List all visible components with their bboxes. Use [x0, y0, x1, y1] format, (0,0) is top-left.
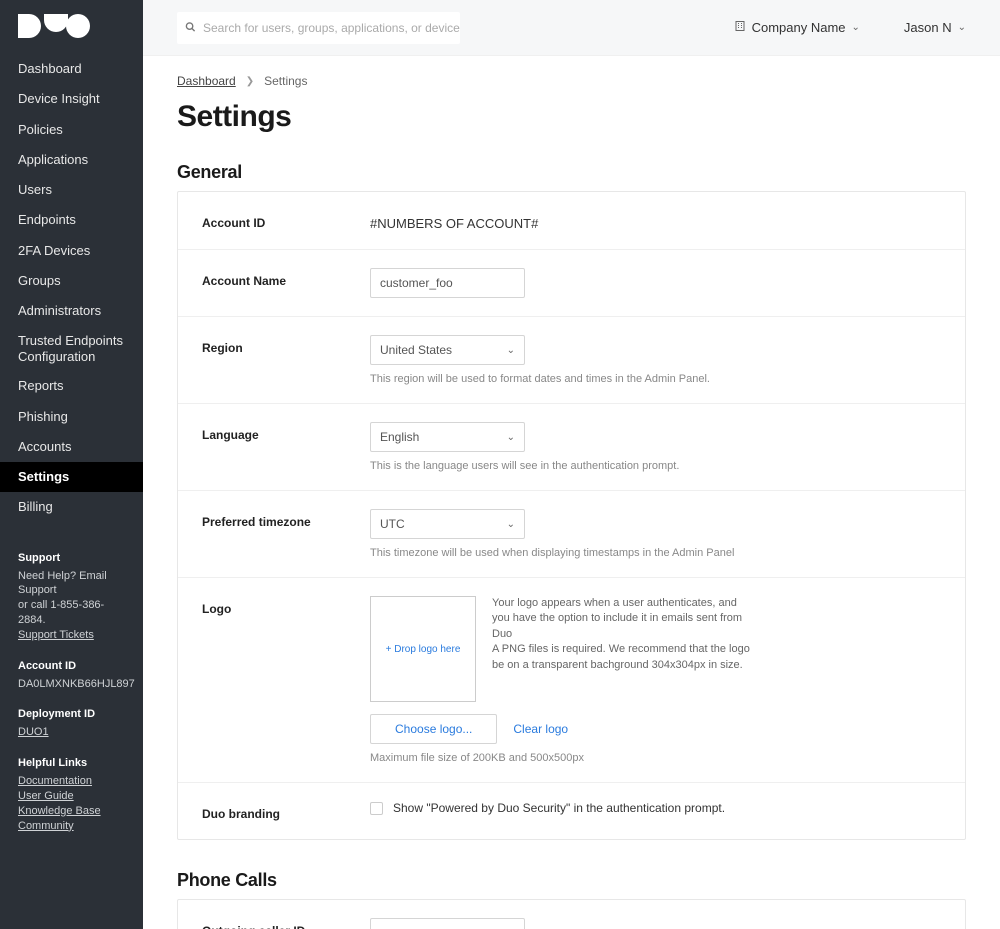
select-language[interactable]: English ⌄ — [370, 422, 525, 452]
clear-logo-link[interactable]: Clear logo — [513, 722, 568, 736]
sidebar-item-administrators[interactable]: Administrators — [0, 296, 143, 326]
sidebar-nav: Dashboard Device Insight Policies Applic… — [0, 54, 143, 523]
chevron-down-icon: ⌄ — [507, 432, 515, 443]
main: Company Name ⌄ Jason N ⌄ Dashboard ❯ Set… — [143, 0, 1000, 929]
row-timezone: Preferred timezone UTC ⌄ This timezone w… — [178, 491, 965, 578]
select-timezone-value: UTC — [380, 517, 405, 531]
account-id-value: DA0LMXNKB66HJL897 — [18, 677, 125, 692]
sidebar: Dashboard Device Insight Policies Applic… — [0, 0, 143, 929]
deployment-id-header: Deployment ID — [18, 707, 125, 722]
sidebar-support: Support Need Help? Email Support or call… — [0, 551, 143, 834]
row-account-id: Account ID #NUMBERS OF ACCOUNT# — [178, 192, 965, 250]
row-language: Language English ⌄ This is the language … — [178, 404, 965, 491]
label-region: Region — [202, 335, 370, 385]
section-title-phone: Phone Calls — [177, 870, 966, 891]
sidebar-item-reports[interactable]: Reports — [0, 371, 143, 401]
value-account-id: #NUMBERS OF ACCOUNT# — [370, 210, 941, 231]
support-header: Support — [18, 551, 125, 566]
user-menu[interactable]: Jason N ⌄ — [904, 20, 966, 35]
hint-language: This is the language users will see in t… — [370, 460, 941, 472]
chevron-down-icon: ⌄ — [852, 22, 860, 33]
sidebar-item-device-insight[interactable]: Device Insight — [0, 84, 143, 114]
select-region-value: United States — [380, 343, 452, 357]
support-tickets-link[interactable]: Support Tickets — [18, 628, 125, 643]
branding-checkbox-label: Show "Powered by Duo Security" in the au… — [393, 801, 725, 815]
breadcrumb-current: Settings — [264, 74, 307, 88]
duo-logo — [0, 0, 143, 48]
row-account-name: Account Name — [178, 250, 965, 317]
sidebar-item-accounts[interactable]: Accounts — [0, 432, 143, 462]
sidebar-item-2fa-devices[interactable]: 2FA Devices — [0, 236, 143, 266]
building-icon — [734, 20, 746, 35]
label-language: Language — [202, 422, 370, 472]
sidebar-item-users[interactable]: Users — [0, 175, 143, 205]
helpful-links-header: Helpful Links — [18, 756, 125, 771]
sidebar-item-groups[interactable]: Groups — [0, 266, 143, 296]
chevron-down-icon: ⌄ — [507, 345, 515, 356]
row-branding: Duo branding Show "Powered by Duo Securi… — [178, 783, 965, 839]
link-user-guide[interactable]: User Guide — [18, 789, 125, 804]
hint-region: This region will be used to format dates… — [370, 373, 941, 385]
row-region: Region United States ⌄ This region will … — [178, 317, 965, 404]
label-account-id: Account ID — [202, 210, 370, 231]
select-timezone[interactable]: UTC ⌄ — [370, 509, 525, 539]
page-title: Settings — [177, 100, 966, 134]
label-caller-id: Outgoing caller ID — [202, 918, 370, 929]
link-community[interactable]: Community — [18, 819, 125, 834]
input-account-name[interactable] — [370, 268, 525, 298]
select-region[interactable]: United States ⌄ — [370, 335, 525, 365]
sidebar-item-trusted-endpoints[interactable]: Trusted Endpoints Configuration — [0, 326, 143, 371]
account-id-header: Account ID — [18, 659, 125, 674]
logo-desc-line2: A PNG files is required. We recommend th… — [492, 642, 752, 673]
general-panel: Account ID #NUMBERS OF ACCOUNT# Account … — [177, 191, 966, 840]
label-timezone: Preferred timezone — [202, 509, 370, 559]
phone-panel: Outgoing caller ID Optional. If set, aut… — [177, 899, 966, 929]
sidebar-item-dashboard[interactable]: Dashboard — [0, 54, 143, 84]
logo-drop-text: + Drop logo here — [386, 644, 461, 655]
search-wrap — [177, 12, 460, 44]
row-logo: Logo + Drop logo here Your logo appears … — [178, 578, 965, 783]
chevron-right-icon: ❯ — [246, 76, 254, 87]
chevron-down-icon: ⌄ — [958, 22, 966, 33]
logo-desc-line1: Your logo appears when a user authentica… — [492, 596, 752, 642]
support-line1: Need Help? Email Support — [18, 569, 125, 599]
content: Dashboard ❯ Settings Settings General Ac… — [143, 56, 1000, 929]
company-switcher[interactable]: Company Name ⌄ — [734, 20, 860, 35]
sidebar-item-policies[interactable]: Policies — [0, 115, 143, 145]
breadcrumb-dashboard[interactable]: Dashboard — [177, 74, 236, 88]
topbar: Company Name ⌄ Jason N ⌄ — [143, 0, 1000, 56]
search-icon — [185, 20, 196, 35]
user-name: Jason N — [904, 20, 952, 35]
logo-description: Your logo appears when a user authentica… — [492, 596, 752, 702]
link-knowledge-base[interactable]: Knowledge Base — [18, 804, 125, 819]
link-documentation[interactable]: Documentation — [18, 774, 125, 789]
logo-dropzone[interactable]: + Drop logo here — [370, 596, 476, 702]
sidebar-item-settings[interactable]: Settings — [0, 462, 143, 492]
sidebar-item-applications[interactable]: Applications — [0, 145, 143, 175]
deployment-id-value[interactable]: DUO1 — [18, 725, 125, 740]
chevron-down-icon: ⌄ — [507, 519, 515, 530]
section-title-general: General — [177, 162, 966, 183]
label-account-name: Account Name — [202, 268, 370, 298]
label-branding: Duo branding — [202, 801, 370, 821]
sidebar-item-billing[interactable]: Billing — [0, 492, 143, 522]
row-caller-id: Outgoing caller ID Optional. If set, aut… — [178, 900, 965, 929]
sidebar-item-phishing[interactable]: Phishing — [0, 402, 143, 432]
input-caller-id[interactable] — [370, 918, 525, 929]
breadcrumb: Dashboard ❯ Settings — [177, 74, 966, 88]
company-name: Company Name — [752, 20, 846, 35]
label-logo: Logo — [202, 596, 370, 616]
support-line2: or call 1-855-386-2884. — [18, 598, 125, 628]
search-input[interactable] — [203, 12, 460, 44]
hint-timezone: This timezone will be used when displayi… — [370, 547, 941, 559]
choose-logo-button[interactable]: Choose logo... — [370, 714, 497, 744]
branding-checkbox[interactable] — [370, 802, 383, 815]
hint-logo: Maximum file size of 200KB and 500x500px — [370, 752, 941, 764]
sidebar-item-endpoints[interactable]: Endpoints — [0, 205, 143, 235]
select-language-value: English — [380, 430, 419, 444]
